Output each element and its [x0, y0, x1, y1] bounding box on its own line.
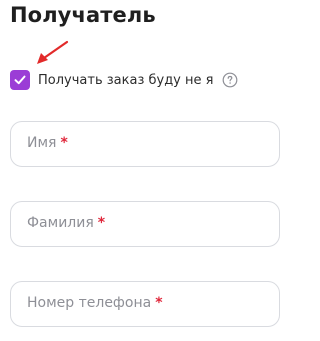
- first-name-field[interactable]: Имя *: [10, 121, 280, 167]
- required-mark: *: [97, 215, 106, 231]
- required-mark: *: [155, 295, 163, 311]
- checkbox-label[interactable]: Получать заказ буду не я: [38, 73, 213, 88]
- question-circle-icon[interactable]: [222, 72, 238, 88]
- required-mark: *: [60, 135, 68, 151]
- recipient-checkbox-row[interactable]: Получать заказ буду не я: [10, 69, 238, 91]
- check-icon: [14, 75, 26, 85]
- section-title: Получатель: [10, 3, 156, 27]
- last-name-field[interactable]: Фамилия *: [10, 201, 280, 247]
- first-name-placeholder: Имя *: [27, 135, 68, 151]
- last-name-placeholder: Фамилия *: [27, 215, 106, 231]
- phone-field[interactable]: Номер телефона *: [10, 281, 280, 327]
- phone-placeholder: Номер телефона *: [27, 295, 163, 311]
- recipient-checkbox[interactable]: [10, 70, 30, 90]
